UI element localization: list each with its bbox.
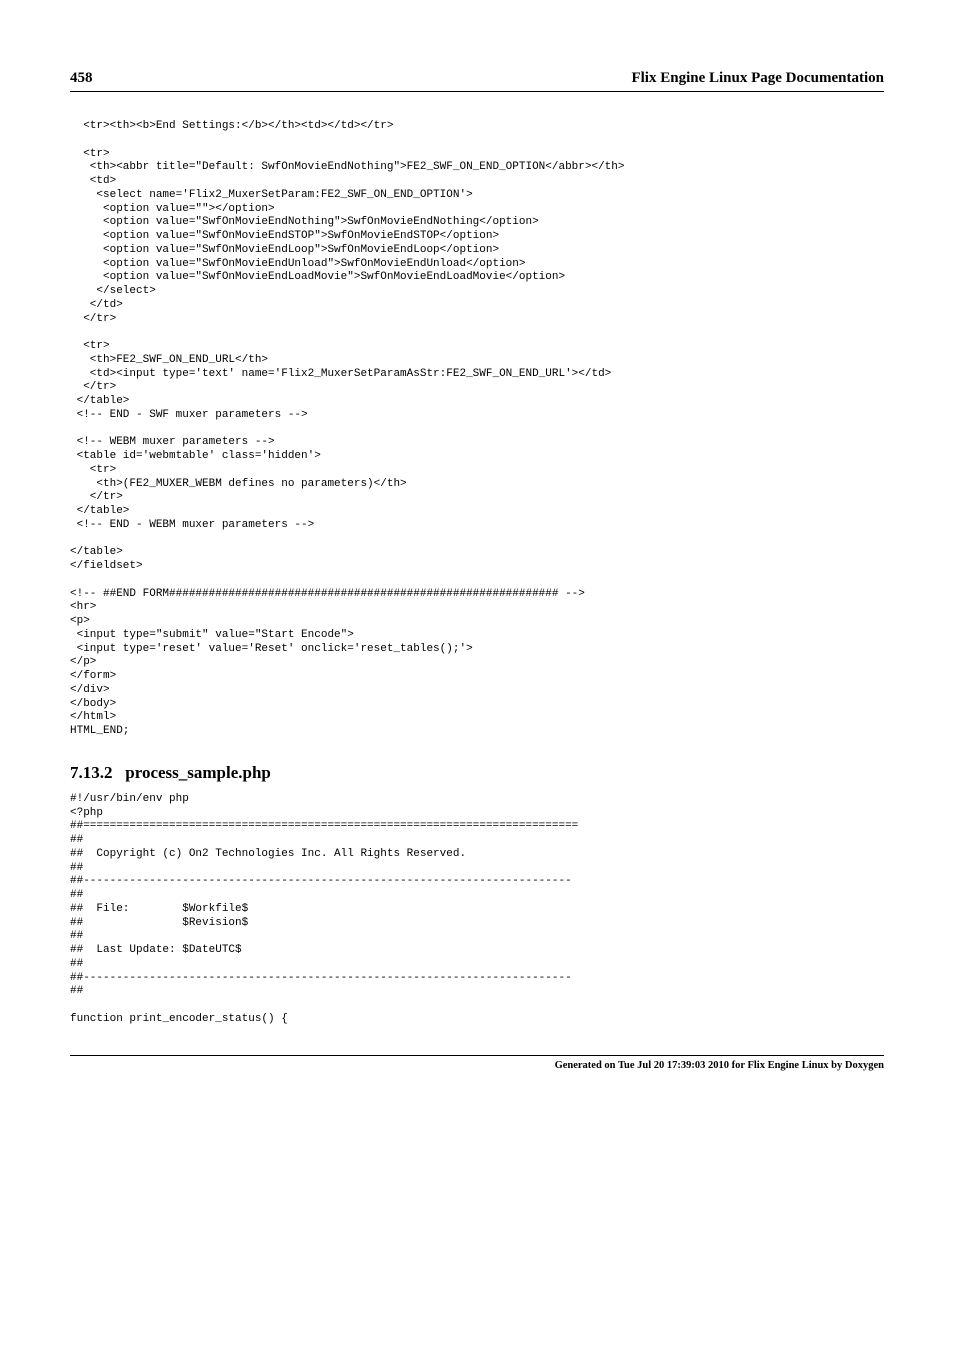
code-block-2: #!/usr/bin/env php <?php ##=============… — [70, 793, 884, 1027]
section-title: process_sample.php — [125, 763, 271, 782]
page-footer: Generated on Tue Jul 20 17:39:03 2010 fo… — [70, 1055, 884, 1071]
section-heading: 7.13.2 process_sample.php — [70, 763, 884, 783]
page-title: Flix Engine Linux Page Documentation — [631, 70, 884, 87]
section-number: 7.13.2 — [70, 763, 113, 782]
page-number: 458 — [70, 70, 93, 87]
page-header: 458 Flix Engine Linux Page Documentation — [70, 70, 884, 92]
footer-text: Generated on Tue Jul 20 17:39:03 2010 fo… — [555, 1060, 884, 1071]
code-block-1: <tr><th><b>End Settings:</b></th><td></t… — [70, 120, 884, 739]
page: 458 Flix Engine Linux Page Documentation… — [0, 0, 954, 1111]
